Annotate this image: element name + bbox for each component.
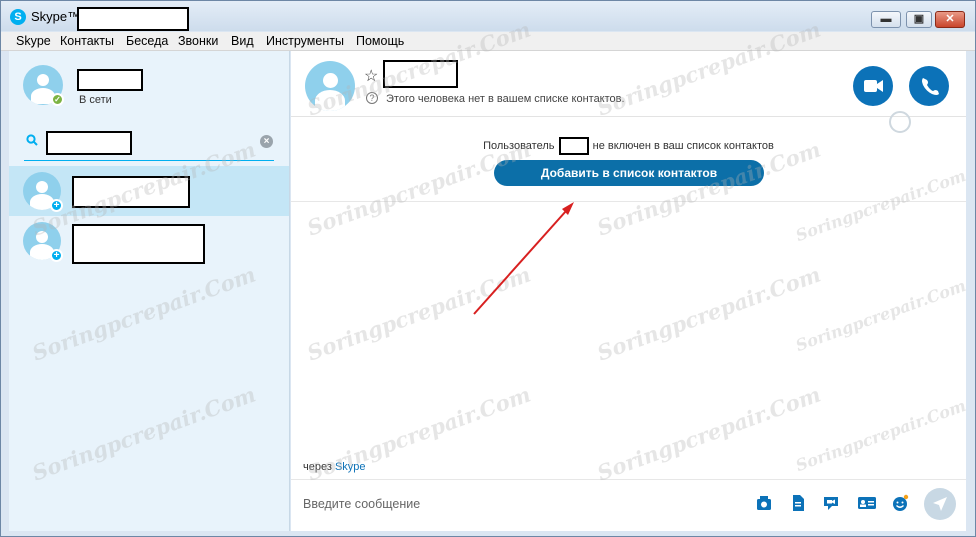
star-icon[interactable]: ☆ xyxy=(364,66,378,86)
title-bar: S Skype™ - ▬ ▣ ✕ xyxy=(1,1,975,31)
emoticon-icon[interactable] xyxy=(891,494,909,512)
menu-skype[interactable]: Skype xyxy=(16,34,51,48)
add-contact-badge-icon: + xyxy=(50,249,63,262)
maximize-button[interactable]: ▣ xyxy=(906,11,932,28)
search-icon xyxy=(26,134,38,146)
sidebar: ✓ В сети × + + xyxy=(9,51,290,531)
menu-bar: Skype Контакты Беседа Звонки Вид Инструм… xyxy=(1,32,975,51)
maximize-icon: ▣ xyxy=(913,13,925,25)
menu-calls[interactable]: Звонки xyxy=(178,34,218,48)
minimize-button[interactable]: ▬ xyxy=(871,11,901,28)
info-icon: ? xyxy=(366,92,378,104)
via-prefix: через xyxy=(303,461,332,473)
send-icon xyxy=(933,497,947,511)
online-status-icon: ✓ xyxy=(51,93,64,106)
add-contact-badge-icon: + xyxy=(50,199,63,212)
skype-window: S Skype™ - ▬ ▣ ✕ Skype Контакты Беседа З… xyxy=(0,0,976,537)
not-in-contacts-notice: Пользователь не включен в ваш список кон… xyxy=(291,137,966,155)
menu-conversation[interactable]: Беседа xyxy=(126,34,168,48)
not-in-contacts-note: Этого человека нет в вашем списке контак… xyxy=(386,93,625,105)
redacted-username-title xyxy=(77,7,189,31)
notice-suffix: не включен в ваш список контактов xyxy=(592,139,774,152)
redacted-notice-name xyxy=(558,137,589,155)
contact-card-icon[interactable] xyxy=(857,494,877,512)
skype-logo-icon: S xyxy=(10,9,26,25)
media-icon[interactable] xyxy=(755,494,773,512)
menu-view[interactable]: Вид xyxy=(231,34,254,48)
video-call-icon xyxy=(864,80,883,92)
search-underline xyxy=(24,160,274,161)
notice-prefix: Пользователь xyxy=(483,139,555,152)
menu-help[interactable]: Помощь xyxy=(356,34,404,48)
video-call-button[interactable] xyxy=(853,66,893,106)
conversation-header: ☆ ? Этого человека нет в вашем списке ко… xyxy=(291,51,966,117)
conversation-avatar[interactable] xyxy=(305,61,355,111)
message-input[interactable]: Введите сообщение xyxy=(303,497,420,511)
add-to-contacts-button[interactable]: Добавить в список контактов xyxy=(494,160,764,186)
contact-list-item[interactable]: + xyxy=(9,216,289,266)
via-skype-link[interactable]: Skype xyxy=(335,461,366,473)
menu-tools[interactable]: Инструменты xyxy=(266,34,344,48)
video-message-icon[interactable] xyxy=(822,494,840,512)
file-icon[interactable] xyxy=(789,494,807,512)
clear-search-icon[interactable]: × xyxy=(260,135,273,148)
send-button[interactable] xyxy=(924,488,956,520)
redacted-conversation-name xyxy=(383,60,458,88)
search-input[interactable] xyxy=(46,131,132,155)
minimize-icon: ▬ xyxy=(880,13,892,25)
via-skype-label: через Skype xyxy=(303,461,366,473)
redacted-contact-name xyxy=(72,224,205,264)
audio-call-button[interactable] xyxy=(909,66,949,106)
presence-status[interactable]: В сети xyxy=(79,94,112,106)
redacted-contact-name xyxy=(72,176,190,208)
divider xyxy=(291,479,966,480)
close-icon: ✕ xyxy=(945,13,955,25)
close-button[interactable]: ✕ xyxy=(935,11,965,28)
conversation-pane: ☆ ? Этого человека нет в вашем списке ко… xyxy=(291,51,966,531)
contact-list-item[interactable]: + xyxy=(9,166,289,216)
menu-contacts[interactable]: Контакты xyxy=(60,34,114,48)
globe-icon xyxy=(889,111,911,133)
phone-call-icon xyxy=(922,78,939,95)
divider xyxy=(291,201,966,202)
redacted-my-name xyxy=(77,69,143,91)
